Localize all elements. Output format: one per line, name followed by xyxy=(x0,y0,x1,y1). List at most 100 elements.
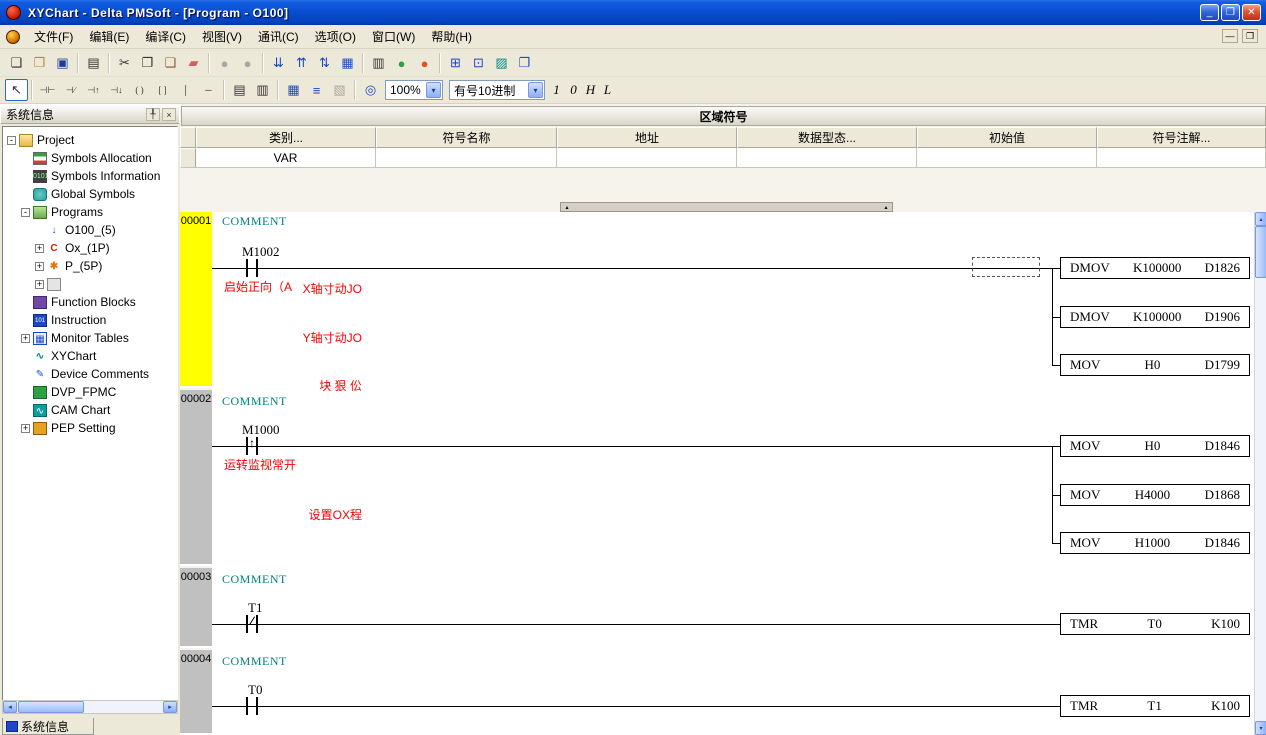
rung-comment[interactable]: COMMENT xyxy=(222,214,287,229)
mdi-minimize-button[interactable] xyxy=(1222,29,1238,43)
column-header-class[interactable]: 类别... xyxy=(196,127,376,148)
expander-icon[interactable] xyxy=(7,136,16,145)
instruction-box[interactable]: MOV H4000 D1868 xyxy=(1060,484,1250,506)
sidebar-item-function-blocks[interactable]: Function Blocks xyxy=(3,293,177,311)
new-file-icon[interactable] xyxy=(5,52,28,74)
instruction-box[interactable]: MOV H0 D1799 xyxy=(1060,354,1250,376)
instruction-box[interactable]: DMOV K100000 D1826 xyxy=(1060,257,1250,279)
instruction-box[interactable]: TMR T0 K100 xyxy=(1060,613,1250,635)
sidebar-item-project[interactable]: Project xyxy=(3,131,177,149)
menu-help[interactable]: 帮助(H) xyxy=(423,25,480,48)
zoom-select[interactable]: 100% xyxy=(385,80,443,100)
symbol-cell-name[interactable] xyxy=(376,148,557,168)
ladder-vertical-scrollbar[interactable] xyxy=(1254,212,1266,735)
hex-display-button[interactable]: H xyxy=(582,80,599,100)
transfer-to-plc-icon[interactable] xyxy=(290,52,313,74)
sidebar-item-pep-setting[interactable]: PEP Setting xyxy=(3,419,177,437)
contact-bar-icon[interactable] xyxy=(256,259,258,277)
network-insert-icon[interactable] xyxy=(228,79,251,101)
chevron-down-icon[interactable] xyxy=(426,82,441,98)
download-disabled-icon[interactable] xyxy=(236,52,259,74)
verify-icon[interactable] xyxy=(313,52,336,74)
pin-icon[interactable] xyxy=(146,108,160,121)
symbol-cell-address[interactable] xyxy=(557,148,737,168)
chevron-down-icon[interactable] xyxy=(528,82,543,98)
scrollbar-thumb[interactable] xyxy=(1255,226,1266,278)
sidebar-item-global-symbols[interactable]: Global Symbols xyxy=(3,185,177,203)
ladder-view-icon[interactable] xyxy=(282,79,305,101)
column-header-initial-value[interactable]: 初始值 xyxy=(917,127,1097,148)
window-icon[interactable] xyxy=(513,52,536,74)
horizontal-line-icon[interactable] xyxy=(197,79,220,101)
contact-bar-icon[interactable] xyxy=(256,697,258,715)
sidebar-item-cam-chart[interactable]: CAM Chart xyxy=(3,401,177,419)
sidebar-item-program-extra[interactable] xyxy=(3,275,177,293)
collapse-arrow-icon[interactable] xyxy=(880,203,892,211)
eraser-icon[interactable] xyxy=(182,52,205,74)
expander-icon[interactable] xyxy=(21,334,30,343)
symbol-cell-class[interactable]: VAR xyxy=(196,148,376,168)
instruction-box[interactable]: DMOV K100000 D1906 xyxy=(1060,306,1250,328)
monitor-icon[interactable] xyxy=(367,52,390,74)
minimize-button[interactable] xyxy=(1200,4,1219,21)
rung-number[interactable]: 00002 xyxy=(180,390,212,566)
menu-file[interactable]: 文件(F) xyxy=(26,25,81,48)
expander-icon[interactable] xyxy=(35,280,44,289)
sidebar-item-o100[interactable]: O100_(5) xyxy=(3,221,177,239)
force-on-button[interactable]: 1 xyxy=(548,80,565,100)
scroll-right-icon[interactable] xyxy=(163,701,177,713)
instruction-box[interactable]: MOV H1000 D1846 xyxy=(1060,532,1250,554)
rung-comment[interactable]: COMMENT xyxy=(222,394,287,409)
contact-bar-icon[interactable] xyxy=(246,697,248,715)
close-panel-icon[interactable] xyxy=(162,108,176,121)
run-icon[interactable] xyxy=(390,52,413,74)
device-monitor-icon[interactable] xyxy=(467,52,490,74)
sidebar-item-dvp-fpmc[interactable]: DVP_FPMC xyxy=(3,383,177,401)
scroll-up-icon[interactable] xyxy=(1255,212,1266,226)
menu-options[interactable]: 选项(O) xyxy=(307,25,364,48)
decimal-display-button[interactable]: L xyxy=(599,80,616,100)
cut-icon[interactable] xyxy=(113,52,136,74)
menu-compile[interactable]: 编译(C) xyxy=(137,25,194,48)
menu-communication[interactable]: 通讯(C) xyxy=(250,25,307,48)
mdi-restore-button[interactable] xyxy=(1242,29,1258,43)
restore-button[interactable] xyxy=(1221,4,1240,21)
sidebar-horizontal-scrollbar[interactable] xyxy=(2,700,178,714)
instruction-view-icon[interactable] xyxy=(305,79,328,101)
sidebar-item-ox[interactable]: Ox_(1P) xyxy=(3,239,177,257)
transfer-to-pc-icon[interactable] xyxy=(267,52,290,74)
menu-edit[interactable]: 编辑(E) xyxy=(81,25,137,48)
number-format-select[interactable]: 有号10进制 xyxy=(449,80,545,100)
open-folder-icon[interactable] xyxy=(28,52,51,74)
upload-disabled-icon[interactable] xyxy=(213,52,236,74)
sidebar-item-device-comments[interactable]: Device Comments xyxy=(3,365,177,383)
vertical-line-icon[interactable] xyxy=(174,79,197,101)
contact-label[interactable]: M1002 xyxy=(242,244,280,260)
symbol-cell-comment[interactable] xyxy=(1097,148,1266,168)
sidebar-item-instruction[interactable]: Instruction xyxy=(3,311,177,329)
paste-icon[interactable] xyxy=(159,52,182,74)
zoom-tool-icon[interactable] xyxy=(359,79,382,101)
instruction-box[interactable]: MOV H0 D1846 xyxy=(1060,435,1250,457)
row-selector[interactable] xyxy=(180,148,196,168)
sidebar-item-p[interactable]: P_(5P) xyxy=(3,257,177,275)
expander-icon[interactable] xyxy=(35,244,44,253)
rising-contact-icon[interactable] xyxy=(82,79,105,101)
contact-bar-icon[interactable] xyxy=(246,259,248,277)
sidebar-item-programs[interactable]: Programs xyxy=(3,203,177,221)
collapse-arrow-icon[interactable] xyxy=(561,203,573,211)
coil-icon[interactable] xyxy=(128,79,151,101)
symbol-cell-data-type[interactable] xyxy=(737,148,917,168)
compile-icon[interactable] xyxy=(336,52,359,74)
instruction-box-icon[interactable] xyxy=(151,79,174,101)
instruction-box[interactable]: TMR T1 K100 xyxy=(1060,695,1250,717)
symbol-cell-initial-value[interactable] xyxy=(917,148,1097,168)
rung-comment[interactable]: COMMENT xyxy=(222,654,287,669)
rung-number[interactable]: 00004 xyxy=(180,650,212,735)
sidebar-item-xychart[interactable]: XYChart xyxy=(3,347,177,365)
expander-icon[interactable] xyxy=(21,424,30,433)
save-icon[interactable] xyxy=(51,52,74,74)
expander-icon[interactable] xyxy=(35,262,44,271)
column-header-address[interactable]: 地址 xyxy=(557,127,737,148)
print-icon[interactable] xyxy=(82,52,105,74)
